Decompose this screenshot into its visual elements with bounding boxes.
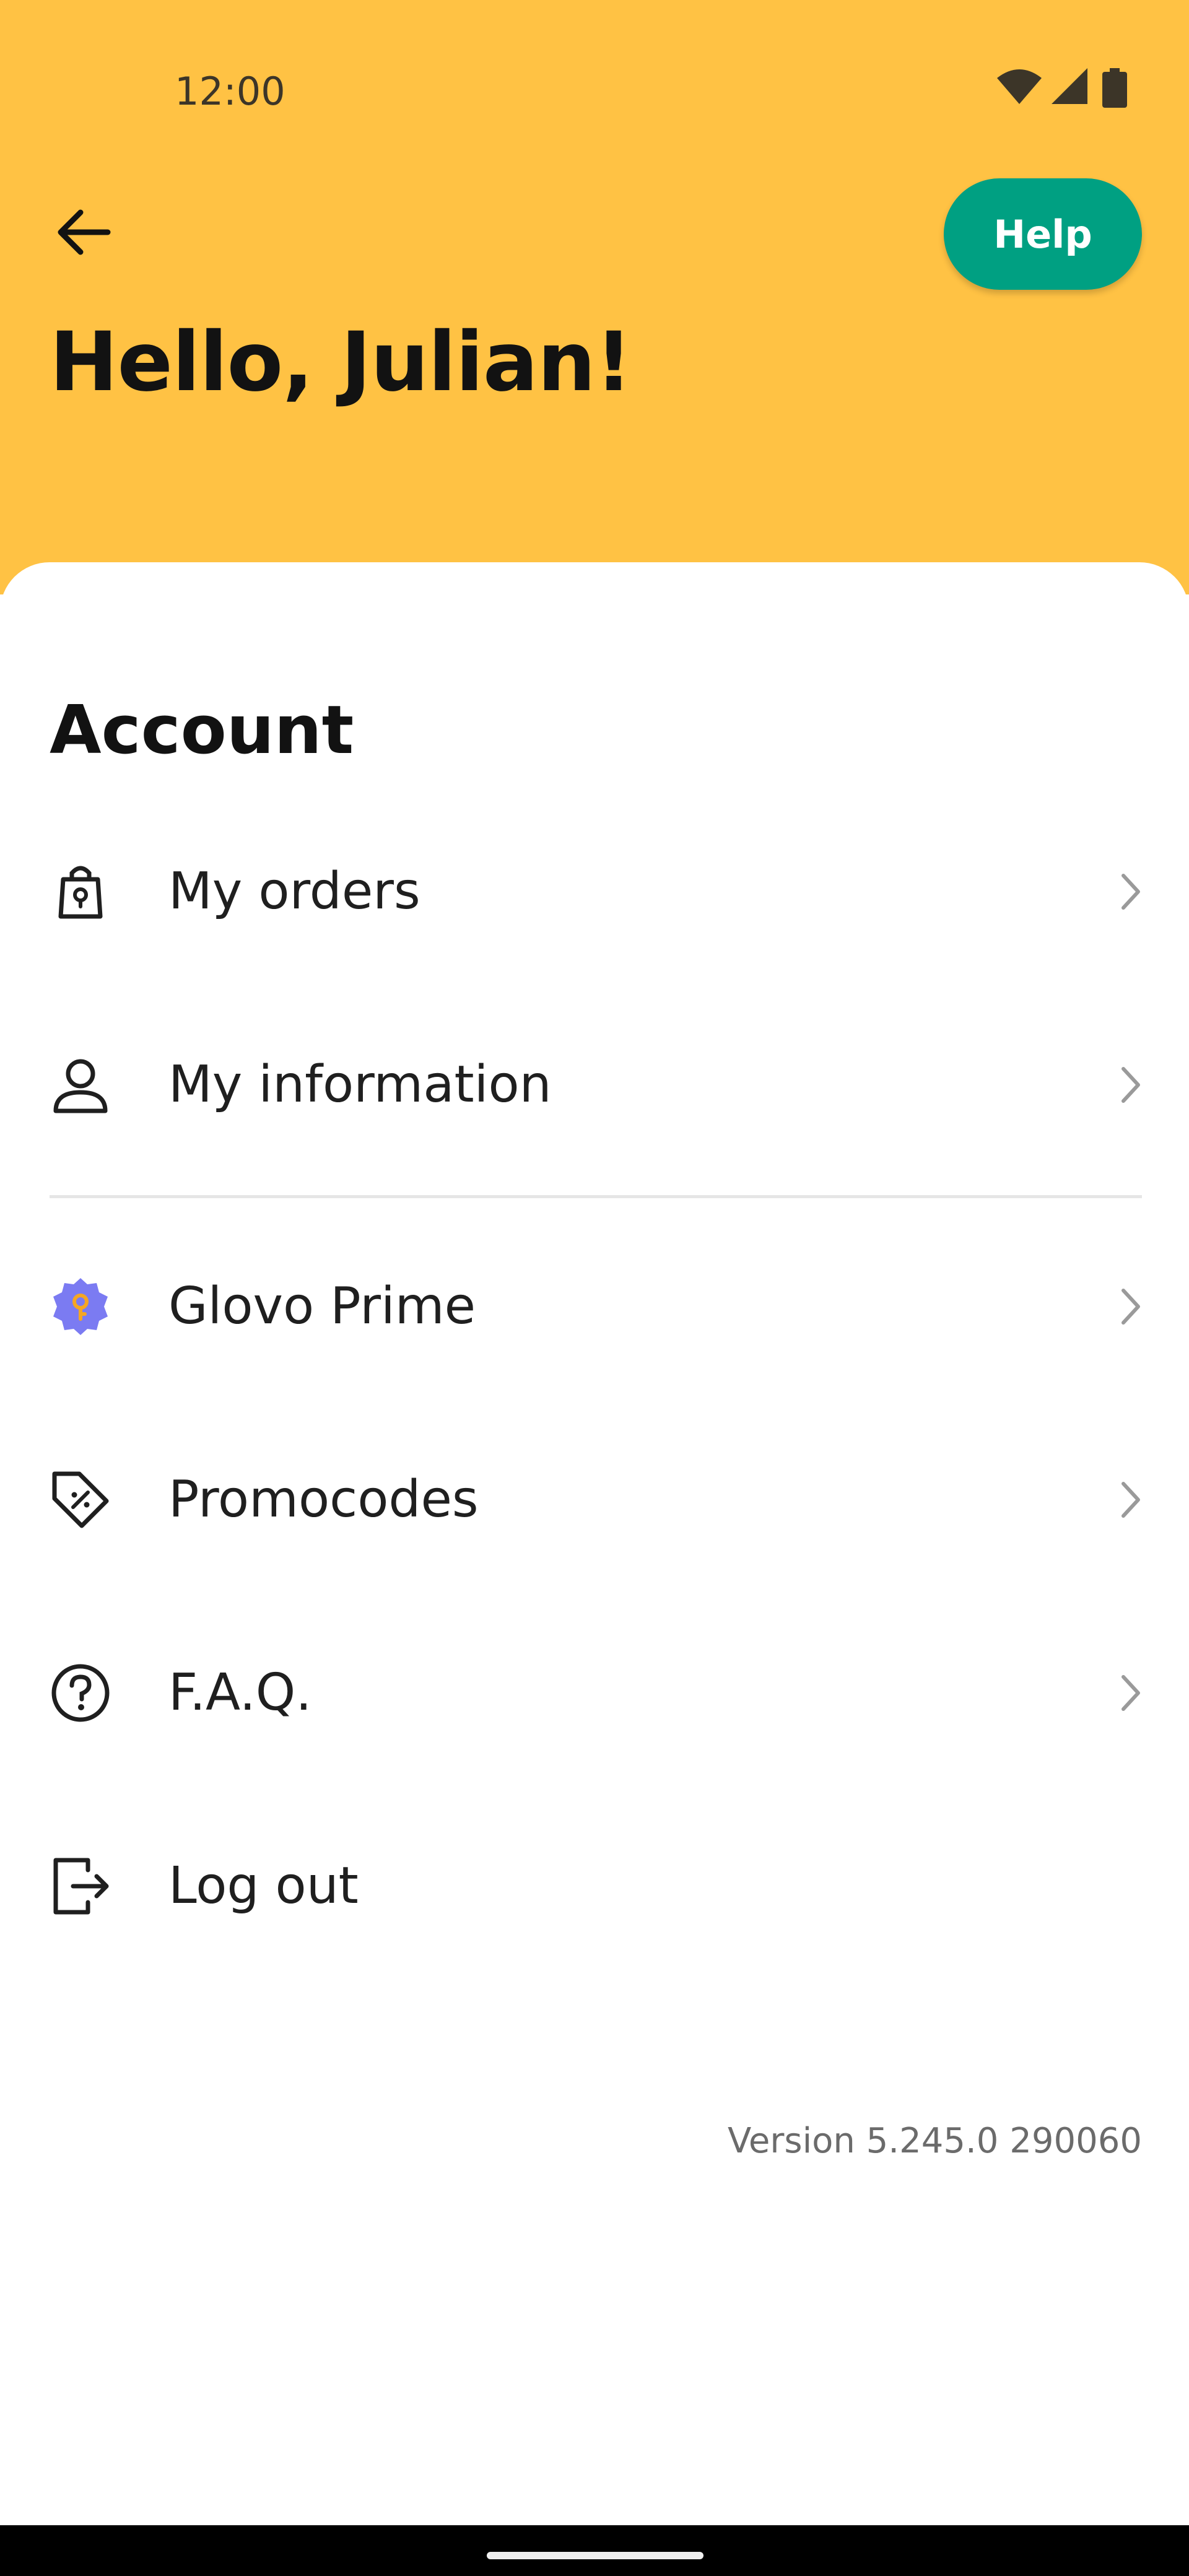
greeting-title: Hello, Julian! xyxy=(50,315,632,410)
system-nav-bar xyxy=(0,2525,1189,2576)
chevron-right-icon xyxy=(1121,1482,1140,1518)
divider xyxy=(50,1195,1142,1198)
help-button[interactable]: Help xyxy=(944,178,1142,290)
arrow-left-icon xyxy=(58,209,111,255)
question-circle-icon xyxy=(51,1664,110,1722)
logout-icon xyxy=(53,1858,109,1915)
menu-item-label: My orders xyxy=(168,862,420,921)
menu-item-label: F.A.Q. xyxy=(168,1663,312,1722)
chevron-right-icon xyxy=(1121,1289,1140,1325)
menu-item-my-information[interactable]: My information xyxy=(0,1011,1189,1159)
chevron-right-icon xyxy=(1121,1675,1140,1711)
shopping-bag-icon xyxy=(58,866,103,919)
section-title-account: Account xyxy=(50,692,354,769)
chevron-right-icon xyxy=(1121,1067,1140,1103)
menu-item-label: Log out xyxy=(168,1856,359,1915)
user-icon xyxy=(53,1059,108,1113)
menu-item-faq[interactable]: F.A.Q. xyxy=(0,1619,1189,1767)
tag-percent-icon xyxy=(52,1471,109,1528)
battery-icon xyxy=(1102,68,1127,108)
chevron-right-icon xyxy=(1121,874,1140,910)
version-text: Version 5.245.0 290060 xyxy=(727,2121,1142,2161)
status-bar: 12:00 xyxy=(0,0,1189,186)
wifi-icon xyxy=(997,69,1042,104)
menu-item-promocodes[interactable]: Promocodes xyxy=(0,1425,1189,1574)
home-indicator[interactable] xyxy=(487,2552,703,2559)
menu-item-my-orders[interactable]: My orders xyxy=(0,817,1189,966)
menu-item-log-out[interactable]: Log out xyxy=(0,1812,1189,1960)
menu-item-label: Promocodes xyxy=(168,1470,479,1529)
cellular-signal-icon xyxy=(1052,68,1087,104)
prime-badge-icon xyxy=(53,1278,108,1335)
status-time: 12:00 xyxy=(175,69,285,114)
menu-item-glovo-prime[interactable]: Glovo Prime xyxy=(0,1232,1189,1381)
back-button[interactable] xyxy=(50,198,118,266)
menu-item-label: My information xyxy=(168,1055,552,1114)
header: 12:00 Help Hello, Julian! xyxy=(0,0,1189,594)
menu-item-label: Glovo Prime xyxy=(168,1277,476,1336)
